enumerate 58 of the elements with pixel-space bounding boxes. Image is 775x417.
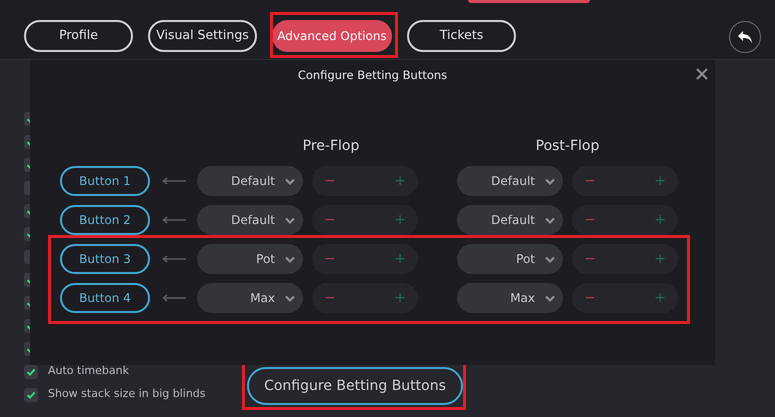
chevron-down-icon	[545, 216, 555, 224]
decrement-button[interactable]: −	[584, 288, 596, 309]
checkbox[interactable]	[24, 388, 38, 402]
tab[interactable]: Profile	[24, 20, 133, 52]
decrement-button[interactable]: −	[324, 248, 336, 270]
increment-button[interactable]: +	[654, 170, 666, 192]
checkmark-icon	[26, 390, 36, 400]
betting-button[interactable]: Button 2	[60, 205, 150, 236]
dropdown[interactable]: Default	[457, 166, 563, 196]
dropdown[interactable]: Pot	[457, 244, 563, 274]
decrement-button[interactable]: −	[324, 210, 336, 231]
left-arrow-icon	[162, 255, 186, 264]
close-button[interactable]	[695, 67, 709, 81]
configure-betting-buttons-button[interactable]: Configure Betting Buttons	[247, 367, 463, 405]
chevron-down-icon	[545, 178, 555, 185]
dropdown[interactable]: Default	[457, 205, 563, 236]
decrement-button[interactable]: −	[324, 288, 336, 309]
dropdown[interactable]: Pot	[197, 244, 303, 274]
checkmark-icon	[26, 366, 36, 376]
increment-button[interactable]: +	[394, 210, 406, 231]
decrement-button[interactable]: −	[584, 170, 596, 192]
left-arrow-icon	[162, 294, 186, 302]
tab[interactable]: Tickets	[407, 20, 516, 52]
back-button[interactable]	[729, 20, 761, 52]
increment-button[interactable]: +	[654, 248, 666, 270]
betting-button[interactable]: Button 4	[60, 283, 150, 314]
chevron-down-icon	[285, 294, 295, 302]
increment-button[interactable]: +	[394, 170, 406, 192]
setting-label: Auto timebank	[48, 363, 129, 380]
chevron-down-icon	[285, 178, 295, 185]
column-header: Pre-Flop	[302, 136, 360, 156]
column-header: Post-Flop	[534, 136, 600, 156]
dropdown[interactable]: Default	[197, 166, 303, 196]
close-icon	[696, 68, 708, 80]
undo-icon	[737, 30, 753, 44]
decrement-button[interactable]: −	[584, 248, 596, 270]
chevron-down-icon	[545, 256, 555, 263]
chevron-down-icon	[545, 294, 555, 302]
checkbox[interactable]	[24, 364, 38, 378]
betting-button[interactable]: Button 1	[60, 166, 150, 196]
dropdown[interactable]: Max	[457, 283, 563, 314]
increment-button[interactable]: +	[654, 210, 666, 231]
betting-button[interactable]: Button 3	[60, 244, 150, 274]
tab[interactable]: Advanced Options	[272, 20, 392, 52]
dropdown[interactable]: Default	[197, 205, 303, 236]
setting-label: Show stack size in big blinds	[48, 386, 206, 402]
tab[interactable]: Visual Settings	[148, 20, 257, 52]
dialog-title: Configure Betting Buttons	[298, 67, 448, 84]
decrement-button[interactable]: −	[584, 210, 596, 231]
increment-button[interactable]: +	[394, 288, 406, 309]
increment-button[interactable]: +	[654, 288, 666, 309]
left-arrow-icon	[162, 177, 186, 186]
left-arrow-icon	[162, 216, 186, 224]
chevron-down-icon	[285, 216, 295, 224]
chevron-down-icon	[285, 256, 295, 263]
dropdown[interactable]: Max	[197, 283, 303, 314]
decrement-button[interactable]: −	[324, 170, 336, 192]
increment-button[interactable]: +	[394, 248, 406, 270]
